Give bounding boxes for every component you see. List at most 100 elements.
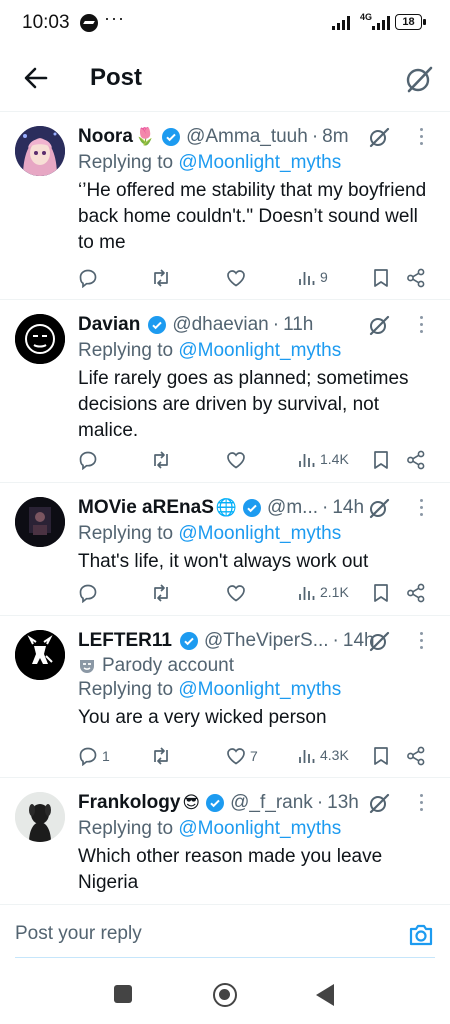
grok-icon[interactable] — [368, 630, 390, 652]
replying-to: Replying to @Moonlight_myths — [78, 340, 342, 361]
bookmark-button[interactable] — [373, 746, 389, 766]
like-button[interactable]: 7 — [226, 746, 258, 766]
reply-tweet[interactable]: Davian @dhaevian · 11h Replying to @Moon… — [0, 300, 450, 483]
timestamp[interactable]: 8m — [322, 126, 348, 148]
reply-tweet[interactable]: Frankology 😎 @_f_rank · 13h Replying to … — [0, 778, 450, 904]
grok-icon[interactable] — [368, 497, 390, 519]
reply-tweet[interactable]: LEFTER11 @TheViperS... · 14h Parody acco… — [0, 616, 450, 778]
reply-composer: Post your reply — [0, 904, 450, 962]
timestamp[interactable]: 11h — [283, 314, 313, 336]
view-count: 4.3K — [320, 747, 349, 763]
name-emoji: 🌐 — [215, 498, 238, 517]
grok-icon[interactable] — [368, 126, 390, 148]
share-button[interactable] — [406, 268, 426, 288]
reply-button[interactable] — [78, 268, 102, 288]
status-bar: 10:03 ··· 4G 18 — [0, 0, 450, 48]
views-button[interactable]: 9 — [298, 268, 328, 286]
repost-button[interactable] — [150, 583, 172, 603]
share-button[interactable] — [406, 746, 426, 766]
more-options-icon[interactable] — [420, 499, 424, 517]
avatar-image-face — [15, 314, 65, 364]
grok-icon[interactable] — [368, 314, 390, 336]
views-button[interactable]: 2.1K — [298, 583, 349, 601]
mention-link[interactable]: @Moonlight_myths — [178, 679, 341, 700]
home-button[interactable] — [213, 983, 237, 1007]
like-button[interactable] — [226, 583, 250, 603]
more-options-icon[interactable] — [420, 794, 424, 812]
views-button[interactable]: 1.4K — [298, 450, 349, 468]
avatar[interactable] — [15, 497, 65, 547]
grok-icon[interactable] — [404, 64, 434, 94]
bookmark-button[interactable] — [373, 268, 389, 288]
author-name[interactable]: Davian — [78, 314, 140, 336]
replying-to: Replying to @Moonlight_myths — [78, 818, 342, 839]
views-button[interactable]: 4.3K — [298, 746, 349, 764]
author-handle[interactable]: @_f_rank — [230, 792, 313, 814]
reply-icon — [79, 269, 97, 288]
avatar-image-dog — [15, 792, 65, 842]
repost-icon — [154, 451, 168, 469]
reply-button[interactable] — [78, 450, 102, 470]
signal-icon-2 — [372, 16, 390, 30]
system-nav-bar — [0, 962, 450, 1024]
share-button[interactable] — [406, 450, 426, 470]
mask-icon — [80, 660, 94, 673]
more-options-icon[interactable] — [420, 128, 424, 146]
camera-icon[interactable] — [408, 923, 434, 947]
avatar[interactable] — [15, 314, 65, 364]
more-options-icon[interactable] — [420, 632, 424, 650]
share-icon — [407, 450, 425, 470]
like-button[interactable] — [226, 268, 250, 288]
action-bar: 1.4K — [78, 450, 436, 474]
back-arrow-icon[interactable] — [20, 62, 52, 94]
tweet-text: Life rarely goes as planned; sometimes d… — [78, 368, 409, 441]
like-button[interactable] — [226, 450, 250, 470]
reply-button[interactable]: 1 — [78, 746, 110, 766]
tweet-text: Which other reason made you leave Nigeri… — [78, 846, 383, 893]
bookmark-button[interactable] — [373, 583, 389, 603]
reply-icon — [79, 451, 97, 470]
verified-badge-icon — [206, 794, 225, 812]
author-handle[interactable]: @m... — [267, 497, 318, 519]
share-button[interactable] — [406, 583, 426, 603]
repost-icon — [154, 584, 168, 602]
avatar-image-anime — [15, 126, 65, 176]
reply-tweet[interactable]: MOVie aREnaS 🌐 @m... · 14h Replying to @… — [0, 483, 450, 616]
timestamp[interactable]: 13h — [327, 792, 359, 814]
more-options-icon[interactable] — [420, 316, 424, 334]
avatar[interactable] — [15, 126, 65, 176]
mention-link[interactable]: @Moonlight_myths — [178, 818, 341, 839]
author-name[interactable]: Frankology — [78, 792, 180, 814]
repost-button[interactable] — [150, 268, 172, 288]
mention-link[interactable]: @Moonlight_myths — [178, 152, 341, 173]
view-count: 1.4K — [320, 451, 349, 467]
author-handle[interactable]: @Amma_tuuh — [186, 126, 308, 148]
back-button[interactable] — [316, 984, 334, 1006]
avatar[interactable] — [15, 630, 65, 680]
avatar[interactable] — [15, 792, 65, 842]
input-underline — [15, 957, 435, 958]
recents-button[interactable] — [114, 985, 132, 1003]
author-name[interactable]: MOVie aREnaS — [78, 497, 214, 519]
author-name[interactable]: Noora — [78, 126, 133, 148]
views-icon — [299, 272, 315, 285]
bookmark-button[interactable] — [373, 450, 389, 470]
parody-label: Parody account — [78, 655, 436, 677]
reply-tweet[interactable]: Noora 🌷 @Amma_tuuh · 8m Replying to @Moo… — [0, 112, 450, 300]
repost-button[interactable] — [150, 746, 172, 766]
author-handle[interactable]: @TheViperS... — [204, 630, 329, 652]
reply-count: 1 — [102, 748, 110, 764]
mention-link[interactable]: @Moonlight_myths — [178, 523, 341, 544]
timestamp[interactable]: 14h — [332, 497, 364, 519]
reply-button[interactable] — [78, 583, 102, 603]
reply-input[interactable]: Post your reply — [15, 923, 142, 945]
bookmark-icon — [374, 747, 388, 765]
verified-badge-icon — [162, 128, 181, 146]
mention-link[interactable]: @Moonlight_myths — [178, 340, 341, 361]
author-name[interactable]: LEFTER11 — [78, 630, 172, 652]
network-type: 4G — [360, 12, 373, 22]
author-handle[interactable]: @dhaevian — [172, 314, 268, 336]
grok-icon[interactable] — [368, 792, 390, 814]
replying-to: Replying to @Moonlight_myths — [78, 523, 342, 544]
repost-button[interactable] — [150, 450, 172, 470]
